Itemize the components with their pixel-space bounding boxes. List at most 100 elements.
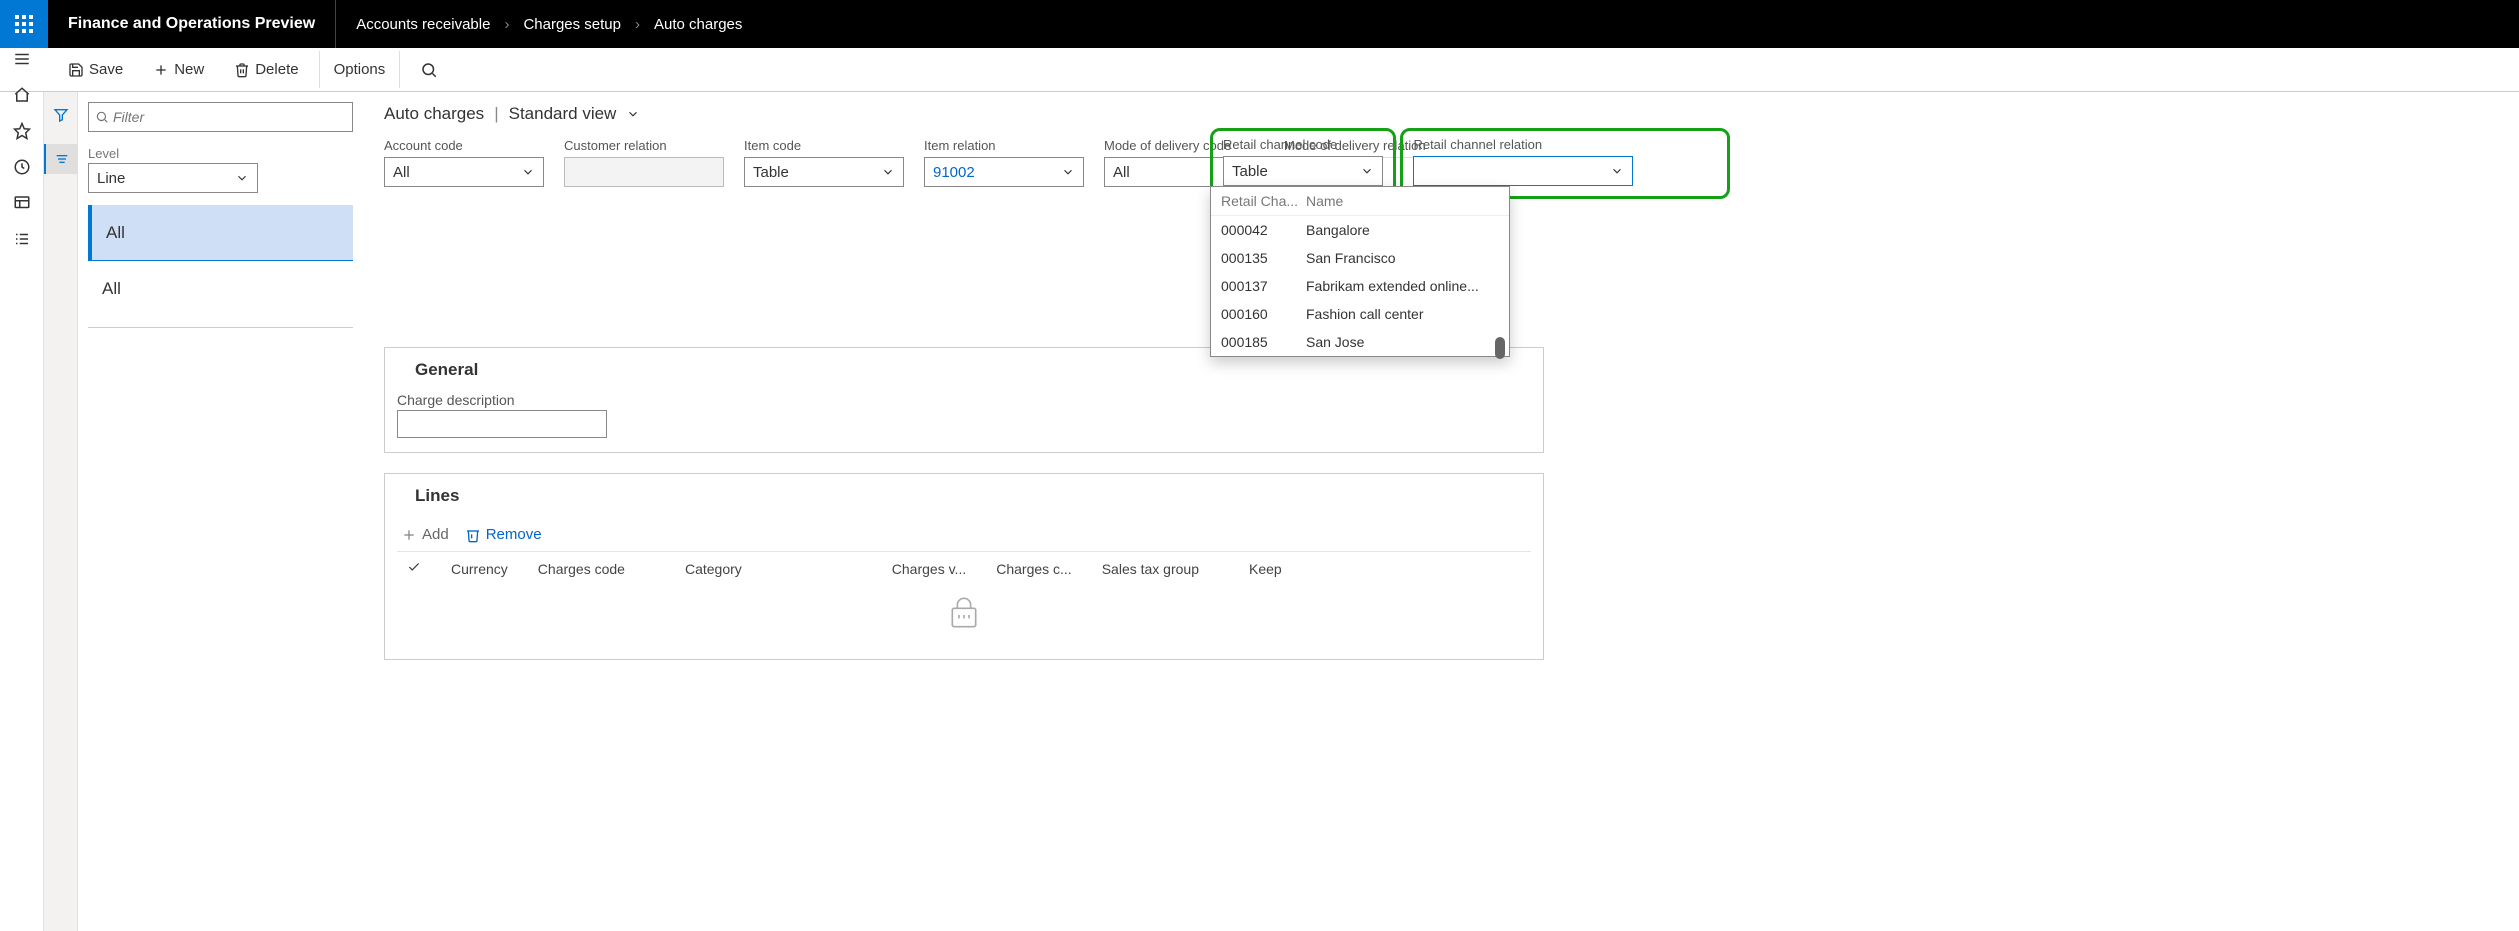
chevron-down-icon bbox=[235, 171, 249, 185]
delete-label: Delete bbox=[255, 61, 298, 78]
charge-description-input[interactable] bbox=[397, 410, 607, 438]
field-label: Item relation bbox=[924, 138, 1084, 153]
chevron-down-icon bbox=[1061, 165, 1075, 179]
field-account-code: Account code All bbox=[384, 138, 544, 187]
add-line-button[interactable]: Add bbox=[401, 526, 449, 543]
save-button[interactable]: Save bbox=[58, 55, 133, 84]
retail-channel-relation-select[interactable] bbox=[1413, 156, 1633, 186]
separator: | bbox=[494, 104, 498, 124]
topbar: Finance and Operations Preview Accounts … bbox=[0, 0, 2519, 48]
flyout-name: Bangalore bbox=[1306, 222, 1499, 238]
flyout-name: Fabrikam extended online... bbox=[1306, 278, 1499, 294]
breadcrumb-item[interactable]: Auto charges bbox=[654, 16, 742, 33]
plus-icon bbox=[401, 527, 417, 543]
flyout-col-label: Retail Cha... bbox=[1221, 193, 1306, 209]
field-value: All bbox=[1113, 164, 1130, 181]
filter-rail bbox=[44, 92, 78, 931]
chevron-down-icon bbox=[881, 165, 895, 179]
add-label: Add bbox=[422, 526, 449, 543]
grid-header: Currency Charges code Category Charges v… bbox=[397, 551, 1531, 585]
field-item-relation: Item relation 91002 bbox=[924, 138, 1084, 187]
sidebar: Filter Level Line All All bbox=[78, 92, 364, 931]
list-item-label: All bbox=[102, 279, 121, 299]
flyout-name: San Francisco bbox=[1306, 250, 1499, 266]
menu-icon[interactable] bbox=[13, 50, 31, 68]
flyout-name: San Jose bbox=[1306, 334, 1499, 350]
flyout-code: 000135 bbox=[1221, 250, 1306, 266]
search-icon bbox=[95, 110, 109, 124]
star-icon[interactable] bbox=[13, 122, 31, 140]
app-launcher-button[interactable] bbox=[0, 0, 48, 48]
filter-input[interactable]: Filter bbox=[88, 102, 353, 132]
col-header[interactable]: Charges code bbox=[538, 561, 625, 577]
remove-line-button[interactable]: Remove bbox=[465, 526, 542, 543]
delete-button[interactable]: Delete bbox=[224, 55, 308, 84]
field-label: Account code bbox=[384, 138, 544, 153]
flyout-row[interactable]: 000160Fashion call center bbox=[1211, 300, 1509, 328]
col-header[interactable]: Charges v... bbox=[892, 561, 966, 577]
clock-icon[interactable] bbox=[13, 158, 31, 176]
lines-icon bbox=[54, 151, 70, 167]
list-item[interactable]: All bbox=[88, 261, 353, 317]
customer-relation-input[interactable] bbox=[564, 157, 724, 187]
account-code-select[interactable]: All bbox=[384, 157, 544, 187]
filter-placeholder: Filter bbox=[113, 109, 144, 125]
retail-channel-code-select[interactable]: Table bbox=[1223, 156, 1383, 186]
left-icon-rail bbox=[0, 92, 44, 931]
waffle-icon bbox=[15, 15, 33, 33]
level-value: Line bbox=[97, 170, 125, 187]
breadcrumb-item[interactable]: Charges setup bbox=[523, 16, 621, 33]
col-header[interactable]: Category bbox=[685, 561, 742, 577]
flyout-row[interactable]: 000137Fabrikam extended online... bbox=[1211, 272, 1509, 300]
col-header[interactable]: Keep bbox=[1249, 561, 1282, 577]
flyout-code: 000160 bbox=[1221, 306, 1306, 322]
field-retail-channel-relation: Retail channel relation bbox=[1413, 137, 1717, 186]
flyout-header: Retail Cha... Name bbox=[1211, 187, 1509, 216]
col-header[interactable]: Sales tax group bbox=[1102, 561, 1199, 577]
flyout-row[interactable]: 000042Bangalore bbox=[1211, 216, 1509, 244]
empty-grid-illustration bbox=[397, 585, 1531, 645]
chevron-right-icon: › bbox=[635, 16, 640, 33]
highlight-retail-relation: Retail channel relation Retail Cha... Na… bbox=[1400, 128, 1730, 199]
content: Auto charges | Standard view Account cod… bbox=[364, 92, 2519, 931]
workspace-icon[interactable] bbox=[13, 194, 31, 212]
flyout-name: Fashion call center bbox=[1306, 306, 1499, 322]
col-header[interactable]: Charges c... bbox=[996, 561, 1071, 577]
page-header: Auto charges | Standard view bbox=[384, 104, 2519, 124]
scrollbar-thumb[interactable] bbox=[1495, 337, 1505, 359]
field-label: Retail channel code bbox=[1223, 137, 1383, 152]
search-button[interactable] bbox=[410, 55, 448, 85]
home-icon[interactable] bbox=[13, 86, 31, 104]
view-name[interactable]: Standard view bbox=[509, 104, 617, 124]
trash-icon bbox=[234, 62, 250, 78]
app-title: Finance and Operations Preview bbox=[48, 0, 336, 48]
section-title[interactable]: Lines bbox=[385, 474, 1543, 518]
retail-channel-flyout[interactable]: Retail Cha... Name 000042Bangalore000135… bbox=[1210, 186, 1510, 357]
page-title: Auto charges bbox=[384, 104, 484, 124]
chevron-right-icon: › bbox=[504, 16, 509, 33]
col-header[interactable]: Currency bbox=[451, 561, 508, 577]
new-label: New bbox=[174, 61, 204, 78]
field-item-code: Item code Table bbox=[744, 138, 904, 187]
filter-funnel-button[interactable] bbox=[44, 100, 78, 130]
flyout-row[interactable]: 000135San Francisco bbox=[1211, 244, 1509, 272]
charge-description-label: Charge description bbox=[397, 392, 1531, 408]
flyout-row[interactable]: 000185San Jose bbox=[1211, 328, 1509, 356]
select-all-checkbox[interactable] bbox=[407, 560, 421, 577]
options-button[interactable]: Options bbox=[319, 51, 401, 88]
level-label: Level bbox=[88, 146, 353, 161]
chevron-down-icon[interactable] bbox=[626, 107, 640, 121]
breadcrumb-item[interactable]: Accounts receivable bbox=[356, 16, 490, 33]
list-item-label: All bbox=[106, 223, 125, 243]
new-button[interactable]: New bbox=[143, 55, 214, 84]
level-select[interactable]: Line bbox=[88, 163, 258, 193]
field-value: 91002 bbox=[933, 164, 975, 181]
modules-icon[interactable] bbox=[13, 230, 31, 248]
main: Filter Level Line All All Auto charges |… bbox=[0, 92, 2519, 931]
list-item[interactable]: All bbox=[88, 205, 353, 261]
field-value: Table bbox=[753, 164, 789, 181]
field-label: Retail channel relation bbox=[1413, 137, 1717, 152]
item-code-select[interactable]: Table bbox=[744, 157, 904, 187]
filter-lines-button[interactable] bbox=[44, 144, 78, 174]
item-relation-select[interactable]: 91002 bbox=[924, 157, 1084, 187]
